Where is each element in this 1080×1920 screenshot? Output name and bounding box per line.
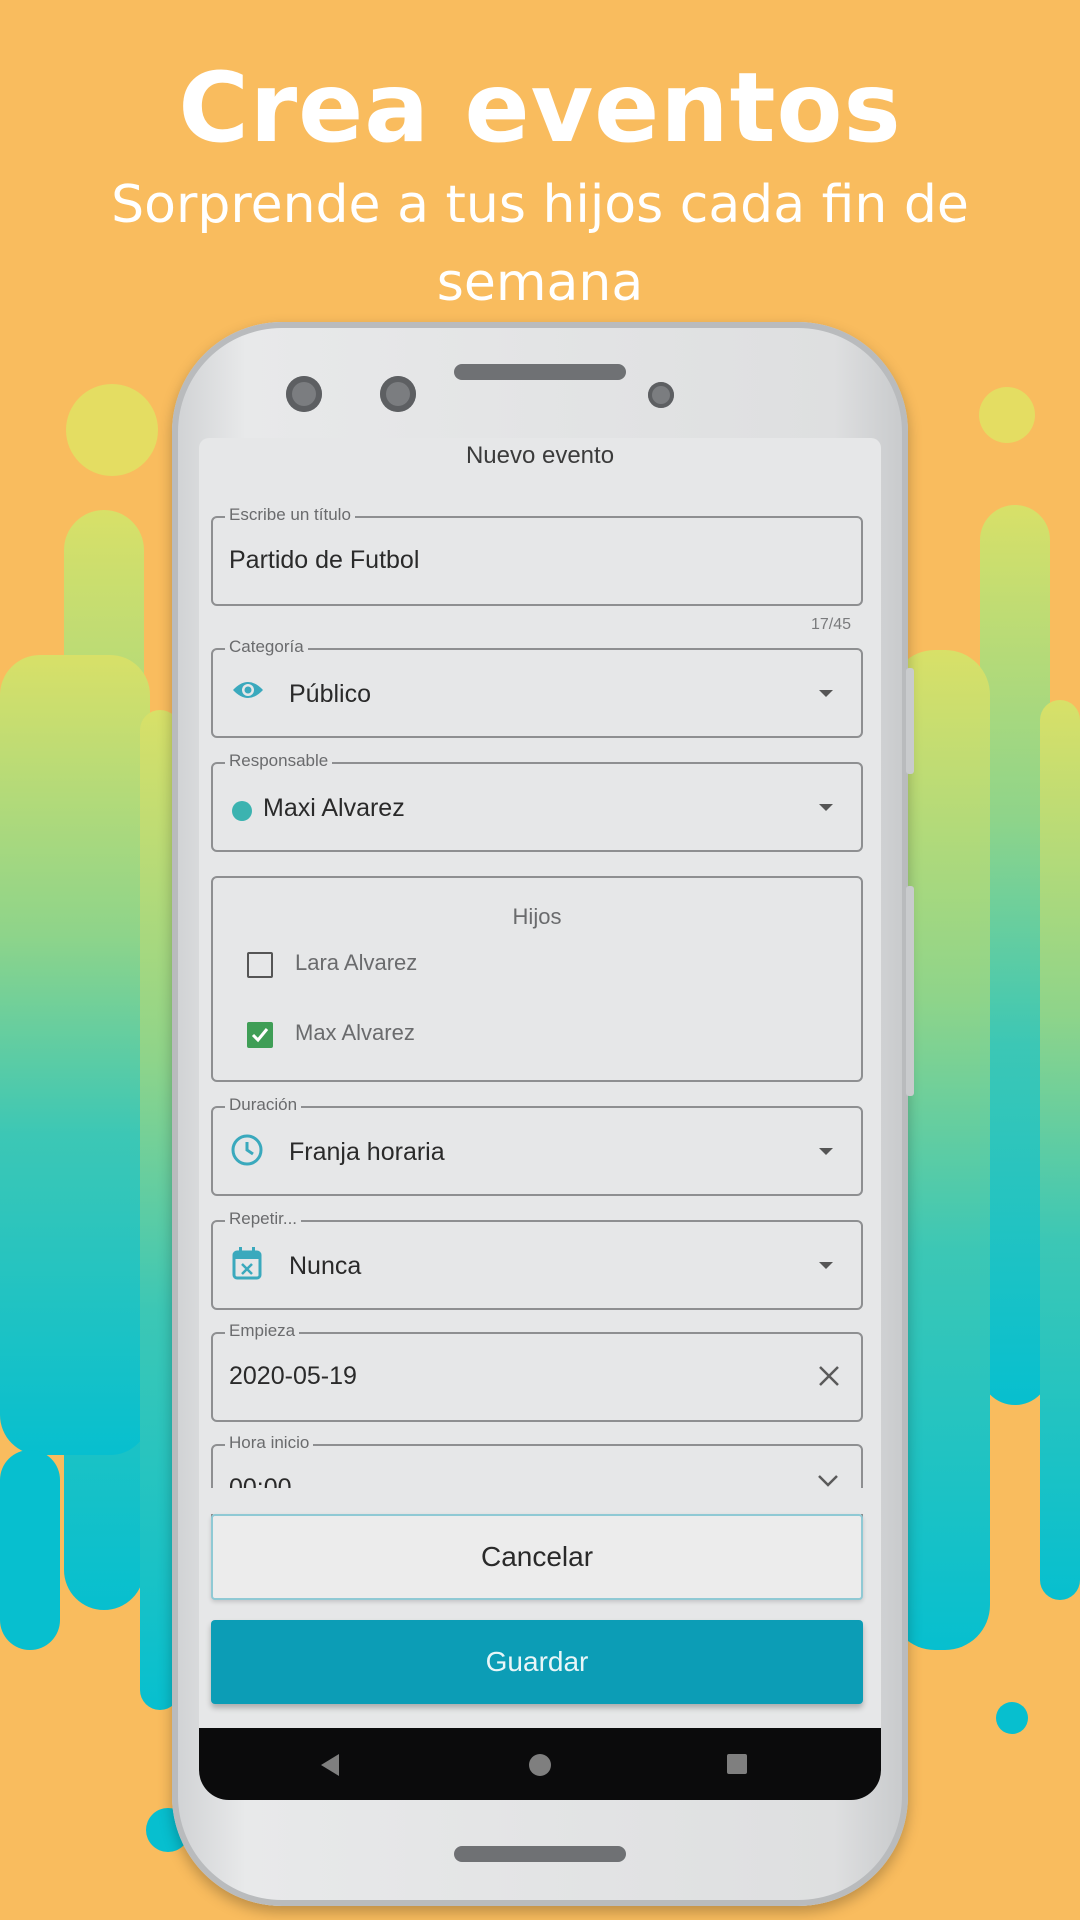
back-icon[interactable] <box>321 1754 339 1776</box>
field-label: Empieza <box>225 1321 300 1341</box>
checkbox-lara[interactable] <box>247 952 273 978</box>
home-icon[interactable] <box>529 1754 551 1776</box>
repeat-value: Nunca <box>289 1252 362 1280</box>
child-label: Max Alvarez <box>295 1020 415 1045</box>
start-date-value: 2020-05-19 <box>229 1362 357 1390</box>
clock-icon <box>231 1134 263 1171</box>
screen-title: Nuevo evento <box>465 442 615 469</box>
power-button <box>906 886 914 1096</box>
dot-icon <box>231 800 253 827</box>
start-date-field[interactable]: Empieza 2020-05-19 <box>211 1321 863 1422</box>
category-value: Público <box>289 680 371 708</box>
responsible-select[interactable]: Responsable Maxi Alvarez <box>211 751 863 852</box>
repeat-select[interactable]: Repetir... Nunca <box>211 1209 863 1310</box>
title-field[interactable]: Escribe un título Partido de Futbol <box>211 505 863 606</box>
hero-title: Crea eventos <box>178 52 902 164</box>
chevron-down-icon <box>819 1148 833 1155</box>
chevron-down-icon <box>819 690 833 697</box>
calendar-x-icon <box>231 1246 263 1285</box>
field-label: Duración <box>225 1095 302 1115</box>
checkbox-max[interactable] <box>247 1022 273 1048</box>
cancel-button[interactable]: Cancelar <box>211 1514 863 1600</box>
chevron-down-icon <box>819 804 833 811</box>
eye-icon <box>231 678 265 707</box>
field-label: Escribe un título <box>225 505 355 525</box>
recent-apps-icon[interactable] <box>727 1754 747 1774</box>
app-screen: Nuevo evento Escribe un título Partido d… <box>199 438 881 1800</box>
children-group: Hijos Lara Alvarez Max Alvarez <box>211 876 863 1082</box>
close-icon[interactable] <box>817 1364 841 1393</box>
sensor-icon <box>648 382 674 408</box>
field-label: Responsable <box>225 751 333 771</box>
android-nav-bar <box>199 1728 881 1800</box>
children-title: Hijos <box>512 904 562 929</box>
field-label: Categoría <box>225 637 308 657</box>
camera-icon <box>380 376 416 412</box>
speaker-grille <box>454 364 626 380</box>
char-counter: 17/45 <box>810 616 851 633</box>
save-button[interactable]: Guardar <box>211 1620 863 1704</box>
speaker-grille <box>454 1846 626 1862</box>
hero-subtitle: Sorprende a tus hijos cada fin de semana <box>111 175 969 313</box>
duration-select[interactable]: Duración Franja horaria <box>211 1095 863 1196</box>
checkmark-icon <box>251 1028 269 1043</box>
field-label: Hora inicio <box>225 1433 314 1453</box>
volume-button <box>906 668 914 774</box>
camera-icon <box>286 376 322 412</box>
responsible-value: Maxi Alvarez <box>263 794 405 822</box>
child-label: Lara Alvarez <box>295 950 418 975</box>
duration-value: Franja horaria <box>289 1138 445 1166</box>
field-label: Repetir... <box>225 1209 302 1229</box>
chevron-down-icon <box>819 1262 833 1269</box>
title-input[interactable]: Partido de Futbol <box>229 546 419 575</box>
scroll-cutoff <box>199 1488 881 1514</box>
category-select[interactable]: Categoría Público <box>211 637 863 738</box>
